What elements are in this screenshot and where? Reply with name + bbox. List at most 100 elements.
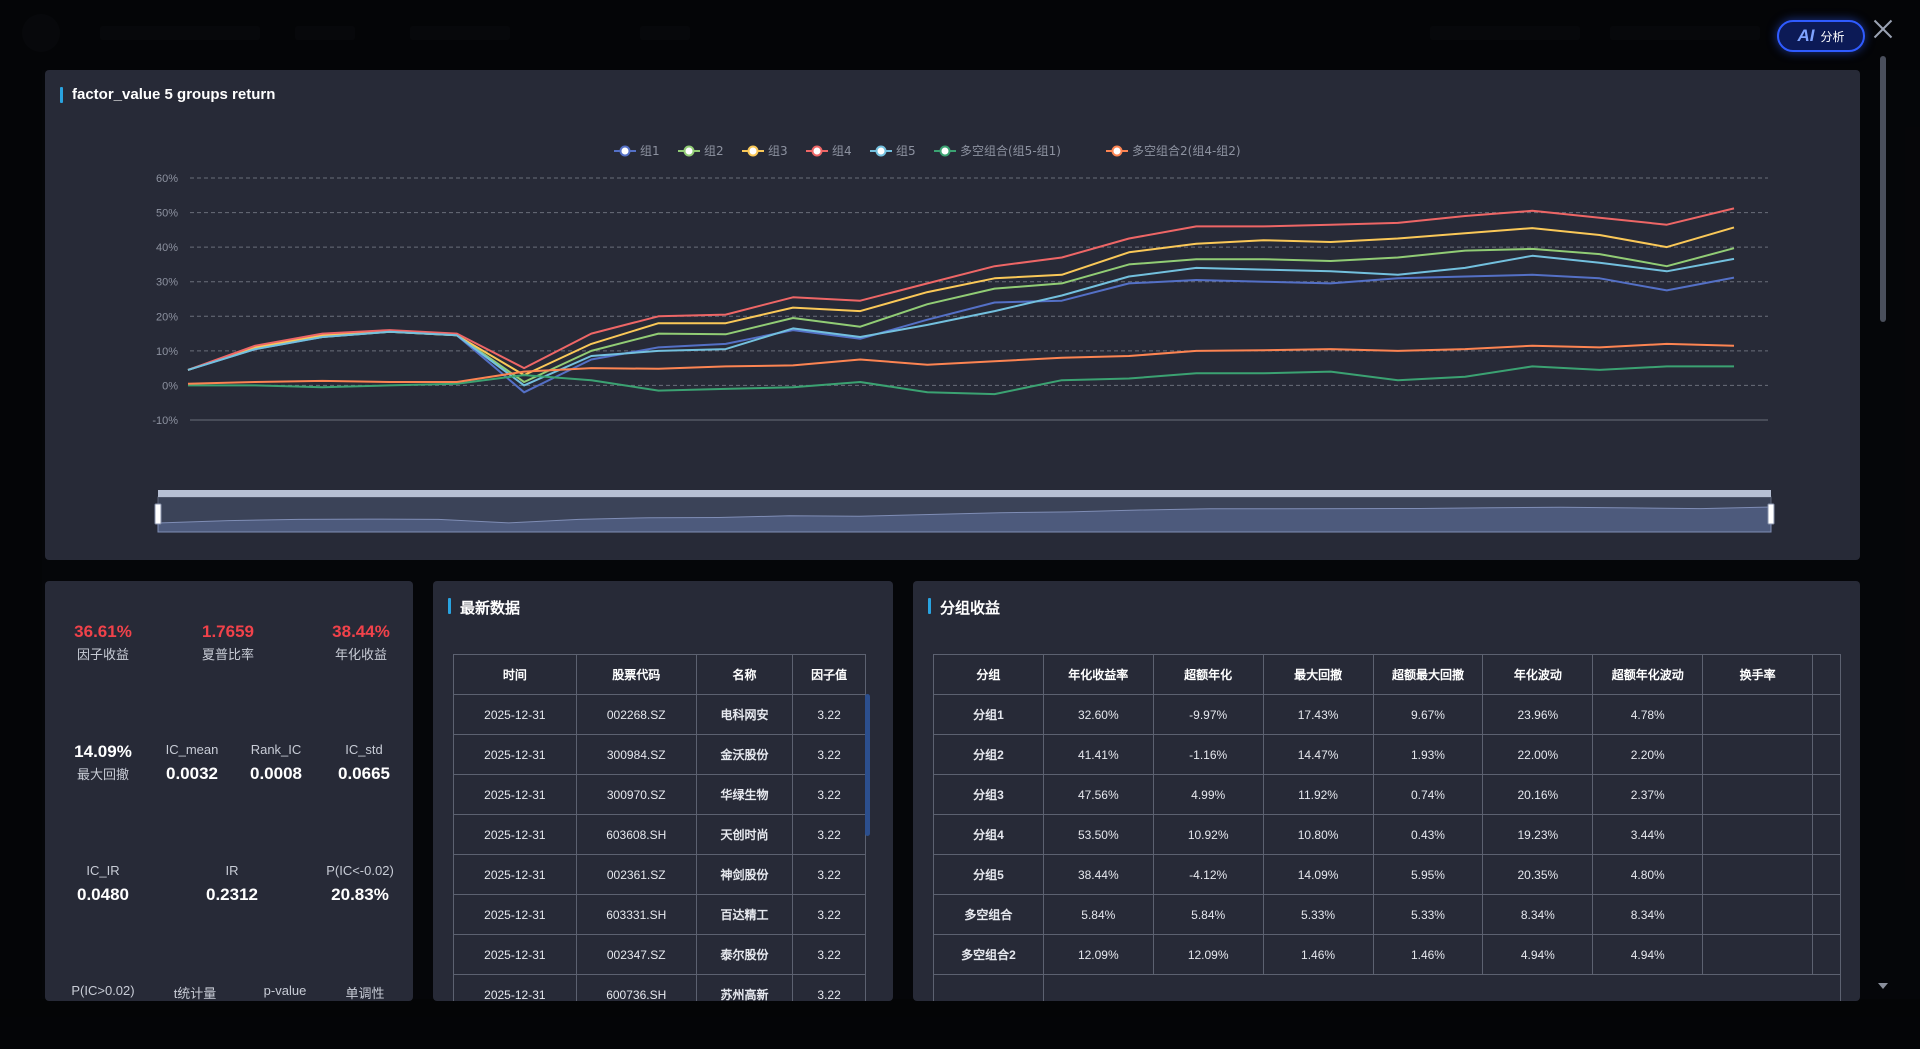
table-cell [1702, 734, 1813, 775]
y-tick-label: 20% [156, 311, 178, 323]
table-cell: 0.43% [1372, 814, 1484, 855]
table-cell: 分组2 [933, 734, 1044, 775]
metric-p-ic-positive: P(IC>0.02) [53, 983, 153, 1001]
table-row-empty [933, 974, 1842, 1001]
table-cell: 4.94% [1482, 934, 1594, 975]
legend-item[interactable]: 组3 [768, 144, 788, 158]
ai-analysis-button[interactable]: AI 分析 [1777, 20, 1865, 52]
table-row[interactable]: 2025-12-31 002361.SZ 神剑股份 3.22 [453, 854, 866, 895]
table-cell [1702, 694, 1813, 735]
table-cell: 2025-12-31 [453, 894, 577, 935]
series-line[interactable] [187, 342, 1735, 385]
table-cell [1812, 694, 1841, 735]
group-return-chart-panel: factor_value 5 groups return 60% 50% 40% 30… [45, 70, 1860, 560]
table-cell: 苏州高新 [695, 974, 794, 1001]
legend-item[interactable]: 组4 [832, 144, 852, 158]
table-row[interactable]: 多空组合 5.84% 5.84% 5.33% 5.33% 8.34% 8.34% [933, 894, 1841, 935]
series-line[interactable] [187, 207, 1735, 371]
datazoom-move-bar[interactable] [158, 490, 1771, 497]
col-header: 超额最大回撤 [1372, 654, 1484, 695]
table-row[interactable]: 2025-12-31 603608.SH 天创时尚 3.22 [453, 814, 866, 855]
y-tick-label: 30% [156, 277, 178, 289]
table-row[interactable]: 2025-12-31 603331.SH 百达精工 3.22 [453, 894, 866, 935]
y-tick-label: 10% [156, 346, 178, 358]
table-cell: 41.41% [1042, 734, 1154, 775]
table-row[interactable]: 分组4 53.50% 10.92% 10.80% 0.43% 19.23% 3.44% [933, 814, 1841, 855]
table-cell [1812, 934, 1841, 975]
table-row[interactable]: 2025-12-31 300984.SZ 金沃股份 3.22 [453, 734, 866, 775]
y-tick-label: 0% [162, 380, 178, 392]
legend-marker-icon[interactable] [875, 145, 887, 157]
table-cell: 3.22 [792, 774, 866, 815]
table-cell: 3.22 [792, 934, 866, 975]
series-line[interactable] [187, 247, 1735, 383]
table-cell: 2025-12-31 [453, 854, 577, 895]
table-cell: -4.12% [1152, 854, 1264, 895]
legend-marker-icon[interactable] [1111, 145, 1123, 157]
table-cell: 300970.SZ [575, 774, 697, 815]
table-row[interactable]: 2025-12-31 002268.SZ 电科网安 3.22 [453, 694, 866, 735]
legend-marker-icon[interactable] [939, 145, 951, 157]
series-line[interactable] [188, 365, 1734, 396]
table-cell: 0.74% [1372, 774, 1484, 815]
legend-marker-icon[interactable] [619, 145, 631, 157]
table-row[interactable]: 分组2 41.41% -1.16% 14.47% 1.93% 22.00% 2.20% [933, 734, 1841, 775]
group-return-line-chart[interactable]: 60% 50% 40% 30% 20% 10% 0% -10% 组1 组2 组3 组4 组5 多空组合(组… [45, 70, 1860, 560]
legend-item[interactable]: 组1 [640, 144, 660, 158]
table-cell: 5.33% [1262, 894, 1374, 935]
table-cell: 4.99% [1152, 774, 1264, 815]
table-row[interactable]: 分组3 47.56% 4.99% 11.92% 0.74% 20.16% 2.37% [933, 774, 1841, 815]
legend-item[interactable]: 组2 [704, 144, 724, 158]
legend-item[interactable]: 多空组合2(组4-组2) [1132, 143, 1241, 158]
table-row[interactable]: 2025-12-31 600736.SH 苏州高新 3.22 [453, 974, 866, 1001]
group-panel-title: 分组收益 [928, 597, 1000, 618]
metric-monotonic: 单调性 [320, 983, 410, 1001]
table-cell: 泰尔股份 [695, 934, 794, 975]
table-row[interactable]: 分组5 38.44% -4.12% 14.09% 5.95% 20.35% 4.80% [933, 854, 1841, 895]
table-cell [1812, 814, 1841, 855]
table-cell [1042, 974, 1842, 1001]
col-header [1812, 654, 1841, 695]
datazoom-right-handle[interactable] [1767, 503, 1775, 525]
legend-item[interactable]: 多空组合(组5-组1) [960, 143, 1061, 158]
table-row[interactable]: 分组1 32.60% -9.97% 17.43% 9.67% 23.96% 4.78% [933, 694, 1841, 735]
table-cell: 2.20% [1592, 734, 1704, 775]
table-cell: 2025-12-31 [453, 694, 577, 735]
table-cell: 8.34% [1592, 894, 1704, 935]
table-row[interactable]: 2025-12-31 002347.SZ 泰尔股份 3.22 [453, 934, 866, 975]
legend-marker-icon[interactable] [811, 145, 823, 157]
table-cell: 电科网安 [695, 694, 794, 735]
modal-scrollbar-thumb[interactable] [1880, 56, 1886, 322]
table-cell: 3.22 [792, 734, 866, 775]
table-cell: 3.22 [792, 894, 866, 935]
close-icon[interactable] [1870, 16, 1896, 42]
table-cell: 17.43% [1262, 694, 1374, 735]
metric-label: 因子收益 [76, 647, 129, 662]
latest-table-scrollbar[interactable] [865, 694, 870, 836]
table-cell [1812, 854, 1841, 895]
table-cell: 多空组合 [933, 894, 1044, 935]
metric-value: 0.2312 [206, 885, 258, 904]
latest-data-panel: 最新数据 时间 股票代码 名称 因子值 2025-12-31 002268.SZ 电… [433, 581, 893, 1001]
table-cell: 10.80% [1262, 814, 1374, 855]
legend-marker-icon[interactable] [747, 145, 759, 157]
metric-label: IC_std [345, 742, 383, 757]
metric-value: 20.83% [331, 885, 389, 904]
table-cell: 23.96% [1482, 694, 1594, 735]
table-cell: 10.92% [1152, 814, 1264, 855]
scroll-down-arrow-icon[interactable] [1878, 983, 1888, 989]
metric-label: P(IC<-0.02) [326, 863, 394, 878]
table-cell: 2025-12-31 [453, 814, 577, 855]
metric-ir: IR 0.2312 [182, 863, 282, 905]
metric-ic-ir: IC_IR 0.0480 [53, 863, 153, 905]
metric-annual-return: 38.44% 年化收益 [311, 622, 411, 663]
datazoom-left-handle[interactable] [154, 503, 162, 525]
table-row[interactable]: 多空组合2 12.09% 12.09% 1.46% 1.46% 4.94% 4.94% [933, 934, 1841, 975]
table-cell: 2.37% [1592, 774, 1704, 815]
legend-marker-icon[interactable] [683, 145, 695, 157]
metric-ic-std: IC_std 0.0665 [319, 742, 409, 784]
legend-item[interactable]: 组5 [896, 144, 916, 158]
table-row[interactable]: 2025-12-31 300970.SZ 华绿生物 3.22 [453, 774, 866, 815]
table-cell [1702, 934, 1813, 975]
latest-panel-title: 最新数据 [448, 597, 520, 618]
